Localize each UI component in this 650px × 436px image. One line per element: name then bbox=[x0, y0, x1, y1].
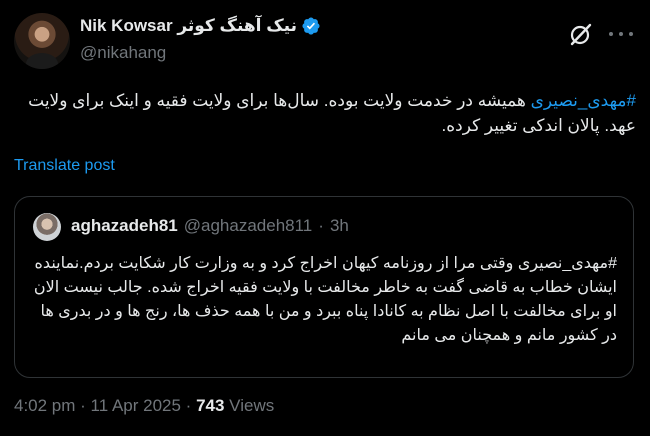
author-name[interactable]: Nik Kowsar نیک آهنگ کوثر bbox=[80, 16, 297, 36]
quoted-tweet[interactable]: aghazadeh81 @aghazadeh811 · 3h #مهدی_نصی… bbox=[14, 196, 634, 378]
tweet-hashtag[interactable]: #مهدی_نصیری bbox=[531, 91, 636, 110]
verified-badge-icon[interactable] bbox=[301, 16, 321, 36]
quote-avatar[interactable] bbox=[33, 213, 61, 241]
author-avatar[interactable] bbox=[14, 13, 70, 69]
quote-header: aghazadeh81 @aghazadeh811 · 3h bbox=[71, 216, 349, 236]
views-count[interactable]: 743 bbox=[196, 396, 224, 415]
quote-author-handle[interactable]: @aghazadeh811 bbox=[184, 216, 313, 236]
tweet-text: #مهدی_نصیری همیشه در خدمت ولایت بوده. سا… bbox=[14, 88, 636, 138]
more-dot bbox=[619, 32, 623, 36]
more-dot bbox=[629, 32, 633, 36]
tweet-timestamp[interactable]: 4:02 pm · 11 Apr 2025 · bbox=[14, 396, 196, 415]
quote-author-name[interactable]: aghazadeh81 bbox=[71, 216, 178, 236]
quote-separator: · bbox=[318, 216, 324, 235]
more-dot bbox=[609, 32, 613, 36]
quote-hashtag[interactable]: #مهدی_نصیری bbox=[518, 255, 617, 272]
tweet-footer: 4:02 pm · 11 Apr 2025 · 743 Views bbox=[14, 396, 274, 416]
grok-icon[interactable] bbox=[567, 20, 595, 48]
translate-post-link[interactable]: Translate post bbox=[14, 157, 115, 175]
author-name-row: Nik Kowsar نیک آهنگ کوثر bbox=[80, 15, 321, 37]
views-label: Views bbox=[224, 396, 275, 415]
quote-text: #مهدی_نصیری وقتی مرا از روزنامه کیهان اخ… bbox=[31, 252, 617, 348]
more-icon[interactable] bbox=[609, 24, 633, 44]
quote-time[interactable]: 3h bbox=[330, 216, 349, 236]
author-handle[interactable]: @nikahang bbox=[80, 43, 166, 63]
